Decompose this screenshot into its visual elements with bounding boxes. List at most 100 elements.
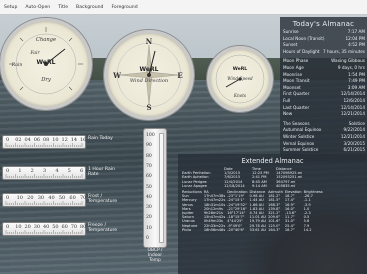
rain-gauge: 0 10 20 30 40 50 60 70 80 bbox=[2, 222, 86, 236]
barometer-dry-label: Dry bbox=[41, 77, 51, 83]
almanac-value: 7:49 PM bbox=[348, 78, 365, 84]
almanac-key: Moon Transit bbox=[283, 78, 310, 84]
thermometer-tick-label: 0 bbox=[146, 236, 149, 241]
almanac-row: Hours of Daylight 7 hours, 35 minutes bbox=[283, 48, 365, 55]
almanac-value: 12/14/2014 bbox=[340, 91, 365, 97]
almanac-value: 9/22/2014 bbox=[343, 127, 365, 133]
thermometer-tick-label: 30 bbox=[146, 205, 152, 211]
almanac-value: Solstice bbox=[348, 120, 365, 126]
thermometer-label: OBCP / Indoor Temp bbox=[147, 248, 163, 263]
extended-almanac-title: Extended Almanac bbox=[241, 157, 304, 165]
table-cell: 164.3° bbox=[268, 227, 281, 232]
table-cell: 405835.mi bbox=[276, 183, 296, 188]
wind-direction-label: Wind Direction bbox=[129, 78, 169, 84]
thermometer-tick-label: 40 bbox=[146, 194, 152, 200]
almanac-value: 12/21/2014 bbox=[340, 111, 365, 117]
menu-bar: Setup Auto-Open Title Background Foregro… bbox=[0, 0, 367, 15]
almanac-value: 7:17 AM bbox=[347, 29, 365, 34]
almanac-row: Moon Transit 7:49 PM bbox=[283, 79, 365, 84]
almanac-key: Summer Solstice bbox=[283, 147, 319, 153]
barometer-fair-label: Fair bbox=[30, 51, 40, 56]
almanac-value: 3:09 AM bbox=[347, 84, 365, 90]
table-cell: 18h56m48s bbox=[203, 227, 226, 232]
table-cell: 0h49m33s bbox=[203, 219, 223, 224]
wind-speed-label: Wind Speed bbox=[227, 76, 253, 81]
rain-gauge: 0123456 bbox=[2, 166, 86, 180]
barometer-brand-logo: WeRL bbox=[36, 59, 56, 66]
rain-gauge-label: Rain Today bbox=[88, 136, 113, 141]
wind-brand-logo: WeRL bbox=[139, 66, 159, 73]
todays-almanac-panel: Today's Almanac Sunrise 7:17 AM Local Noon… bbox=[280, 17, 367, 162]
barometer-dial: Change Fair Rain WeRL Dry bbox=[0, 18, 92, 110]
menu-setup[interactable]: Setup bbox=[0, 5, 21, 10]
almanac-key: New bbox=[283, 111, 293, 117]
almanac-key: Autumnal Equinox bbox=[283, 127, 322, 133]
almanac-key: Local Noon (Transit) bbox=[283, 35, 325, 41]
almanac-row: Moon Age 9 days, 0 hrs bbox=[283, 65, 365, 71]
almanac-value: 1:54 PM bbox=[348, 71, 365, 77]
almanac-value: 12/21/2014 bbox=[340, 134, 365, 139]
menu-auto-open[interactable]: Auto-Open bbox=[21, 5, 54, 10]
almanac-row: First Quarter 12/14/2014 bbox=[283, 92, 365, 97]
almanac-title: Today's Almanac bbox=[292, 20, 355, 28]
almanac-key: Sunrise bbox=[283, 29, 299, 34]
thermometer-tick-label: 90 bbox=[146, 143, 152, 149]
almanac-value: 9 days, 0 hrs bbox=[337, 65, 365, 70]
almanac-row: Vernal Equinox 3/20/2015 bbox=[283, 140, 365, 147]
almanac-value: Waxing Gibbous bbox=[331, 58, 365, 64]
almanac-row: Sunset 4:52 PM bbox=[283, 43, 365, 48]
menu-background[interactable]: Background bbox=[72, 5, 107, 10]
almanac-key: Full bbox=[283, 98, 291, 103]
almanac-key: Sunset bbox=[283, 42, 298, 48]
wind-speed-brand-logo: WeRL bbox=[232, 67, 248, 72]
almanac-key: Winter Solstice bbox=[283, 134, 315, 139]
almanac-value: 12:04 PM bbox=[345, 35, 365, 41]
rain-gauge-label: Frost / Temperature bbox=[88, 194, 118, 204]
barometer-change-label: Change bbox=[35, 37, 57, 43]
table-cell: 18.7° bbox=[284, 227, 295, 232]
thermometer-tick-label: 60 bbox=[146, 174, 152, 180]
almanac-row: Full 12/6/2014 bbox=[283, 98, 365, 104]
table-cell: 17h47m22s bbox=[203, 198, 226, 203]
reductions-table: Reductions RA Declination Distance Azimuth El… bbox=[181, 190, 324, 232]
menu-foreground[interactable]: Foreground bbox=[107, 5, 141, 10]
table-row: Lunar Apogee 12/18/2014 9:14 AM 405835.mi bbox=[181, 184, 313, 188]
thermometer-tick-label: 70 bbox=[146, 163, 152, 169]
extended-almanac-panel: Extended Almanac Date Time Distance Earth P… bbox=[178, 154, 367, 274]
almanac-value: 12/14/2014 bbox=[340, 104, 365, 110]
table-row: Pluto 18h56m48s -20°40'6" 33.61 AU 164.3° 18.… bbox=[181, 228, 324, 232]
table-cell: 19.79 AU bbox=[249, 219, 267, 224]
almanac-row: Local Noon (Transit) 12:04 PM bbox=[283, 35, 365, 42]
almanac-row: Winter Solstice 12/21/2014 bbox=[283, 134, 365, 140]
wind-speed-dial: WeRL Wind Speed Knots bbox=[207, 46, 273, 112]
table-cell: 9:14 AM bbox=[252, 183, 267, 188]
rain-gauge-label: Freeze / Temperature bbox=[88, 223, 118, 233]
almanac-key: First Quarter bbox=[283, 91, 310, 97]
almanac-row: Moonset 3:09 AM bbox=[283, 84, 365, 91]
menu-title[interactable]: Title bbox=[54, 5, 72, 10]
rain-gauge-label: 1 Hour Rain Rate bbox=[88, 167, 116, 177]
almanac-key: Moonset bbox=[283, 84, 301, 90]
almanac-row: Summer Solstice 6/21/2015 bbox=[283, 148, 365, 153]
almanac-key: The Seasons bbox=[283, 120, 310, 126]
compass-north: N bbox=[145, 37, 153, 46]
thermometer-tick-label: 80 bbox=[146, 153, 152, 159]
almanac-row: Last Quarter 12/14/2014 bbox=[283, 104, 365, 111]
almanac-value: 6/21/2015 bbox=[343, 147, 365, 153]
table-cell: 14.2 bbox=[303, 227, 312, 232]
rain-gauge: 0 10 20 30 40 50 60 70 bbox=[2, 193, 86, 207]
orbital-events-table: Date Time Distance Earth Perihelion 1/3/2015… bbox=[181, 167, 313, 188]
thermometer-tick-label: 20 bbox=[146, 215, 152, 221]
almanac-row: Autumnal Equinox 9/22/2014 bbox=[283, 128, 365, 133]
almanac-value: 3/20/2015 bbox=[343, 140, 365, 146]
almanac-key: Moon Phase bbox=[283, 58, 309, 64]
almanac-row: The Seasons Solstice bbox=[283, 120, 365, 127]
almanac-key: Last Quarter bbox=[283, 104, 310, 110]
table-cell: -20°40'6" bbox=[227, 227, 245, 232]
almanac-key: Moon Age bbox=[283, 65, 304, 70]
table-cell: 33.61 AU bbox=[249, 227, 267, 232]
almanac-key: Hours of Daylight bbox=[283, 48, 320, 54]
almanac-key: Vernal Equinox bbox=[283, 140, 315, 146]
thermometer-tube bbox=[159, 133, 164, 243]
thermometer-tick-label: 10 bbox=[146, 225, 152, 231]
